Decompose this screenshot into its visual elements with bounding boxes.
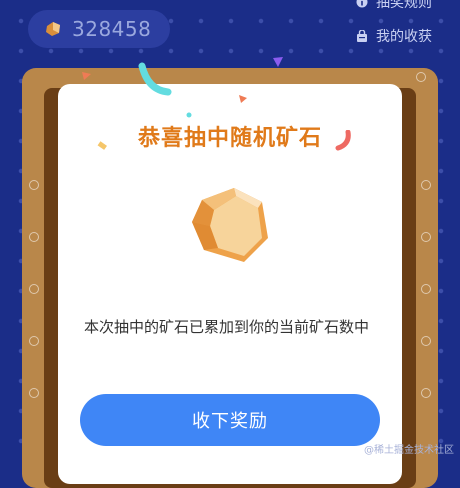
rules-link[interactable]: 抽奖规则	[356, 0, 432, 12]
confetti-icon	[186, 112, 192, 118]
dialog-message: 本次抽中的矿石已累加到你的当前矿石数中	[84, 314, 384, 340]
board-light	[421, 336, 431, 346]
my-prizes-label: 我的收获	[376, 26, 432, 46]
rules-label: 抽奖规则	[376, 0, 432, 12]
board-light	[29, 180, 39, 190]
ore-icon	[44, 21, 62, 37]
board-light	[421, 284, 431, 294]
confetti-icon	[238, 94, 248, 104]
info-icon	[356, 0, 368, 8]
board-light	[421, 180, 431, 190]
dialog-title: 恭喜抽中随机矿石	[0, 120, 460, 152]
board-light	[421, 388, 431, 398]
my-prizes-link[interactable]: 我的收获	[356, 26, 432, 46]
board-light	[29, 232, 39, 242]
board-light	[29, 388, 39, 398]
board-light	[421, 232, 431, 242]
watermark: @稀土掘金技术社区	[364, 441, 454, 456]
bag-icon	[356, 30, 368, 42]
confetti-icon	[272, 56, 284, 68]
board-light	[29, 336, 39, 346]
ore-balance: 328458	[28, 10, 170, 48]
ore-icon	[188, 186, 274, 268]
ore-count: 328458	[72, 17, 151, 41]
confetti-icon	[138, 60, 172, 100]
claim-reward-button[interactable]: 收下奖励	[80, 394, 380, 446]
board-light	[416, 72, 426, 82]
confetti-icon	[80, 70, 92, 82]
confetti-icon	[96, 140, 108, 152]
board-light	[29, 284, 39, 294]
confetti-icon	[334, 130, 354, 152]
